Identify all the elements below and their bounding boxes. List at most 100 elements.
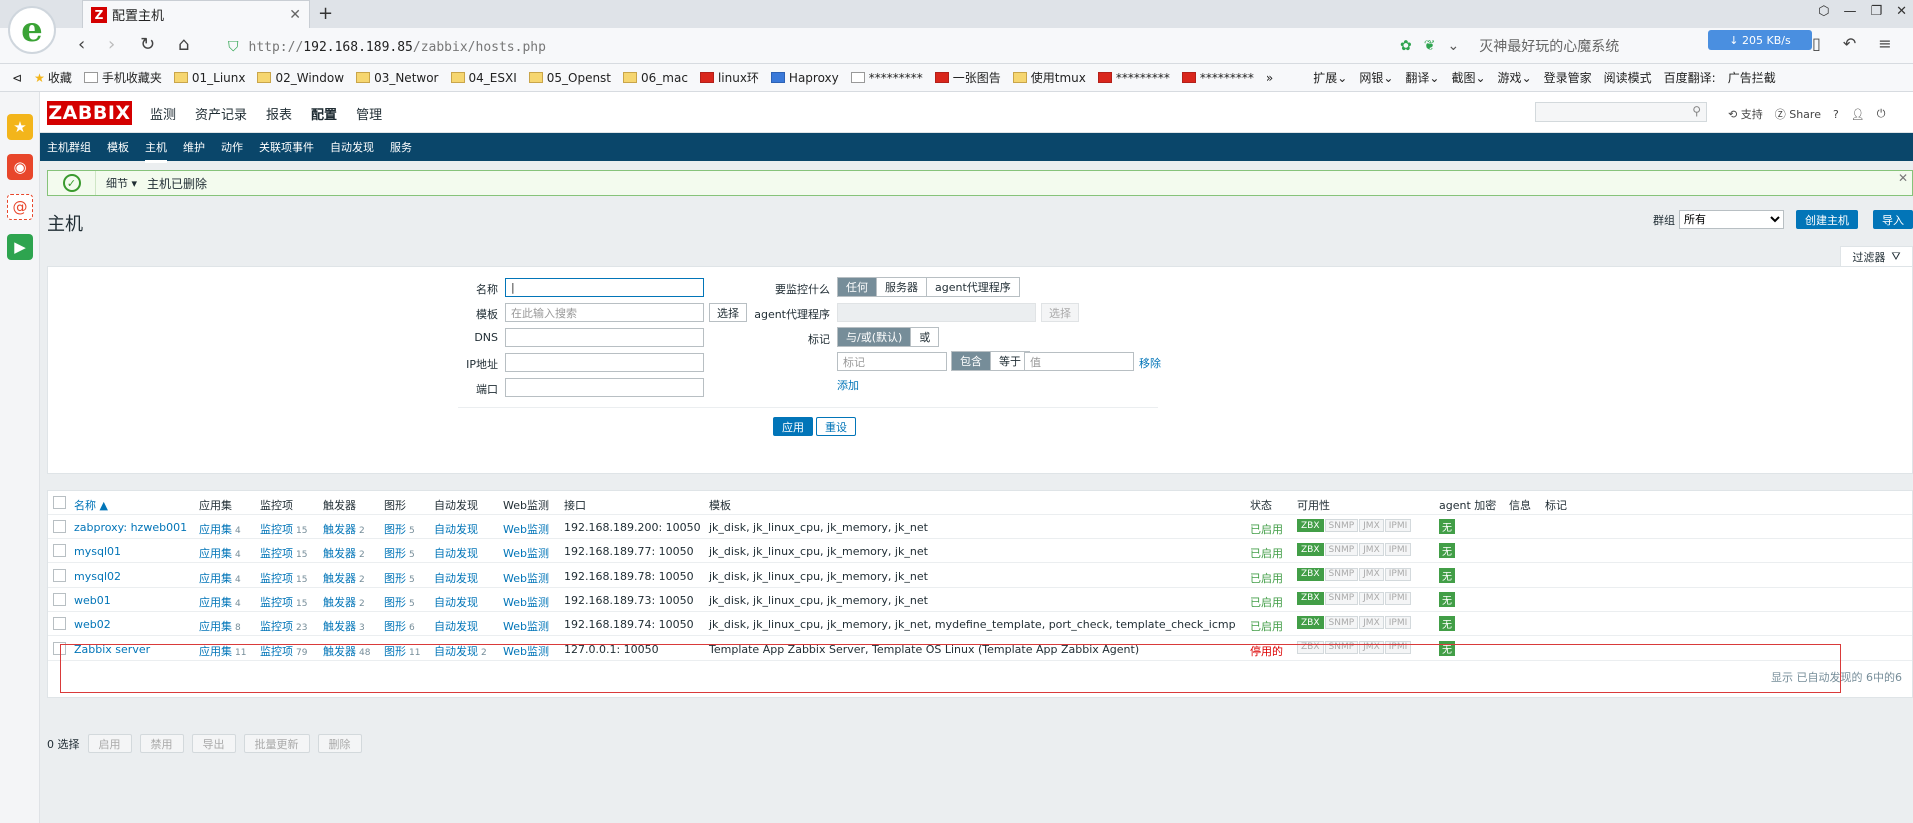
triggers-link[interactable]: 触发器	[323, 547, 356, 560]
triggers-link[interactable]: 触发器	[323, 620, 356, 633]
phone-icon[interactable]: ▯	[1812, 34, 1821, 53]
row-checkbox[interactable]	[53, 568, 66, 582]
search-slogan[interactable]: 灭神最好玩的心魔系统	[1479, 36, 1619, 56]
filter-tab[interactable]: 过滤器 ⛛	[1840, 246, 1913, 266]
tag-name-input[interactable]: 标记	[837, 352, 947, 371]
menu-administration[interactable]: 管理	[356, 104, 382, 123]
tool-bank[interactable]: 网银 ⌄	[1359, 69, 1393, 86]
bookmark-item[interactable]: ★ 收藏	[34, 69, 72, 86]
bookmark-folder[interactable]: 06_mac	[623, 71, 688, 85]
bookmark-folder[interactable]: 01_Liunx	[173, 71, 245, 85]
graphs-link[interactable]: 图形	[384, 596, 406, 609]
items-link[interactable]: 监控项	[260, 620, 293, 633]
reload-icon[interactable]: ↻	[140, 34, 155, 55]
bookmark-folder[interactable]: 05_Openst	[528, 71, 611, 85]
help-link[interactable]: ?	[1833, 108, 1839, 121]
message-close-icon[interactable]: ✕	[1898, 171, 1908, 185]
mass-update-button[interactable]: 批量更新	[243, 734, 310, 753]
host-name-link[interactable]: mysql01	[74, 545, 121, 558]
applications-link[interactable]: 应用集	[199, 523, 232, 536]
tab-close-icon[interactable]: ✕	[289, 7, 301, 23]
filter-reset-button[interactable]: 重设	[816, 417, 856, 436]
tool-reading-mode[interactable]: 阅读模式	[1604, 69, 1652, 86]
graphs-link[interactable]: 图形	[384, 620, 406, 633]
enable-button[interactable]: 启用	[87, 734, 132, 753]
weibo-icon[interactable]: ◉	[7, 154, 33, 180]
items-link[interactable]: 监控项	[260, 547, 293, 560]
menu-icon[interactable]: ≡	[1878, 34, 1891, 53]
search-icon[interactable]: ⚲	[1692, 104, 1701, 118]
tool-extensions[interactable]: 扩展 ⌄	[1313, 69, 1347, 86]
templates-cell[interactable]: jk_disk, jk_linux_cpu, jk_memory, jk_net	[709, 521, 928, 534]
host-name-link[interactable]: web01	[74, 594, 111, 607]
tool-adblock[interactable]: 广告拦截	[1728, 69, 1776, 86]
filter-ip-input[interactable]	[505, 353, 704, 372]
browser-logo-icon[interactable]: e	[8, 6, 56, 54]
bookmark-item[interactable]: *********	[1181, 71, 1254, 85]
forward-icon[interactable]: ›	[108, 34, 115, 55]
restore-icon[interactable]: ❐	[1870, 4, 1882, 19]
items-link[interactable]: 监控项	[260, 596, 293, 609]
discovery-link[interactable]: 自动发现	[434, 572, 478, 585]
bookmark-item[interactable]: 手机收藏夹	[83, 69, 162, 86]
row-checkbox[interactable]	[53, 544, 66, 558]
applications-link[interactable]: 应用集	[199, 572, 232, 585]
discovery-link[interactable]: 自动发现	[434, 596, 478, 609]
row-checkbox[interactable]	[53, 617, 66, 631]
monitored-by-any[interactable]: 任何	[838, 278, 877, 296]
tool-games[interactable]: 游戏 ⌄	[1498, 69, 1532, 86]
share-link[interactable]: Ⓩ Share	[1775, 106, 1821, 122]
close-window-icon[interactable]: ✕	[1896, 4, 1907, 19]
tool-translate[interactable]: 翻译 ⌄	[1405, 69, 1439, 86]
create-host-button[interactable]: 创建主机	[1796, 210, 1858, 229]
status-toggle[interactable]: 已启用	[1250, 521, 1283, 537]
logout-icon[interactable]: ⏻	[1877, 107, 1886, 121]
filter-name-input[interactable]: |	[505, 278, 704, 297]
back-icon[interactable]: ‹	[78, 34, 85, 55]
discovery-link[interactable]: 自动发现	[434, 547, 478, 560]
status-toggle[interactable]: 已启用	[1250, 570, 1283, 586]
submenu-maintenance[interactable]: 维护	[183, 139, 205, 155]
home-icon[interactable]: ⌂	[178, 34, 189, 55]
email-icon[interactable]: @	[7, 194, 33, 220]
bookmarks-toggle-icon[interactable]: ⊲	[12, 71, 22, 85]
minimize-icon[interactable]: —	[1843, 4, 1856, 19]
discovery-link[interactable]: 自动发现	[434, 523, 478, 536]
web-link[interactable]: Web监测	[503, 570, 549, 586]
templates-cell[interactable]: jk_disk, jk_linux_cpu, jk_memory, jk_net…	[709, 618, 1236, 631]
import-button[interactable]: 导入	[1873, 210, 1913, 229]
bookmark-item[interactable]: linux环	[699, 69, 759, 86]
bookmark-item[interactable]: 一张图告	[934, 69, 1001, 86]
discovery-link[interactable]: 自动发现	[434, 620, 478, 633]
web-link[interactable]: Web监测	[503, 545, 549, 561]
group-select[interactable]: 所有	[1679, 210, 1784, 229]
tag-op-contains[interactable]: 包含	[952, 352, 991, 370]
filter-port-input[interactable]	[505, 378, 704, 397]
submenu-discovery[interactable]: 自动发现	[330, 139, 374, 155]
web-link[interactable]: Web监测	[503, 594, 549, 610]
tag-add-link[interactable]: 添加	[837, 377, 859, 393]
submenu-services[interactable]: 服务	[390, 139, 412, 155]
global-search-input[interactable]: ⚲	[1535, 102, 1707, 122]
tag-remove-link[interactable]: 移除	[1139, 355, 1161, 371]
triggers-link[interactable]: 触发器	[323, 596, 356, 609]
favorites-star-icon[interactable]: ★	[7, 114, 33, 140]
items-link[interactable]: 监控项	[260, 572, 293, 585]
triggers-link[interactable]: 触发器	[323, 523, 356, 536]
menu-inventory[interactable]: 资产记录	[195, 104, 247, 123]
host-name-link[interactable]: web02	[74, 618, 111, 631]
col-status[interactable]: 状态	[1250, 497, 1272, 513]
submenu-host-groups[interactable]: 主机群组	[47, 139, 91, 155]
disable-button[interactable]: 禁用	[139, 734, 184, 753]
new-tab-icon[interactable]: +	[318, 3, 333, 24]
url-field[interactable]: ⛉ http://192.168.189.85/zabbix/hosts.php	[228, 35, 1438, 59]
graphs-link[interactable]: 图形	[384, 572, 406, 585]
refresh-green-icon[interactable]: ✿	[1400, 38, 1412, 54]
templates-cell[interactable]: jk_disk, jk_linux_cpu, jk_memory, jk_net	[709, 545, 928, 558]
menu-monitoring[interactable]: 监测	[150, 104, 176, 123]
graphs-link[interactable]: 图形	[384, 523, 406, 536]
row-checkbox[interactable]	[53, 520, 66, 533]
select-all-checkbox[interactable]	[53, 496, 66, 509]
bookmark-item[interactable]: *********	[850, 71, 923, 85]
host-name-link[interactable]: zabproxy: hzweb001	[74, 521, 187, 534]
